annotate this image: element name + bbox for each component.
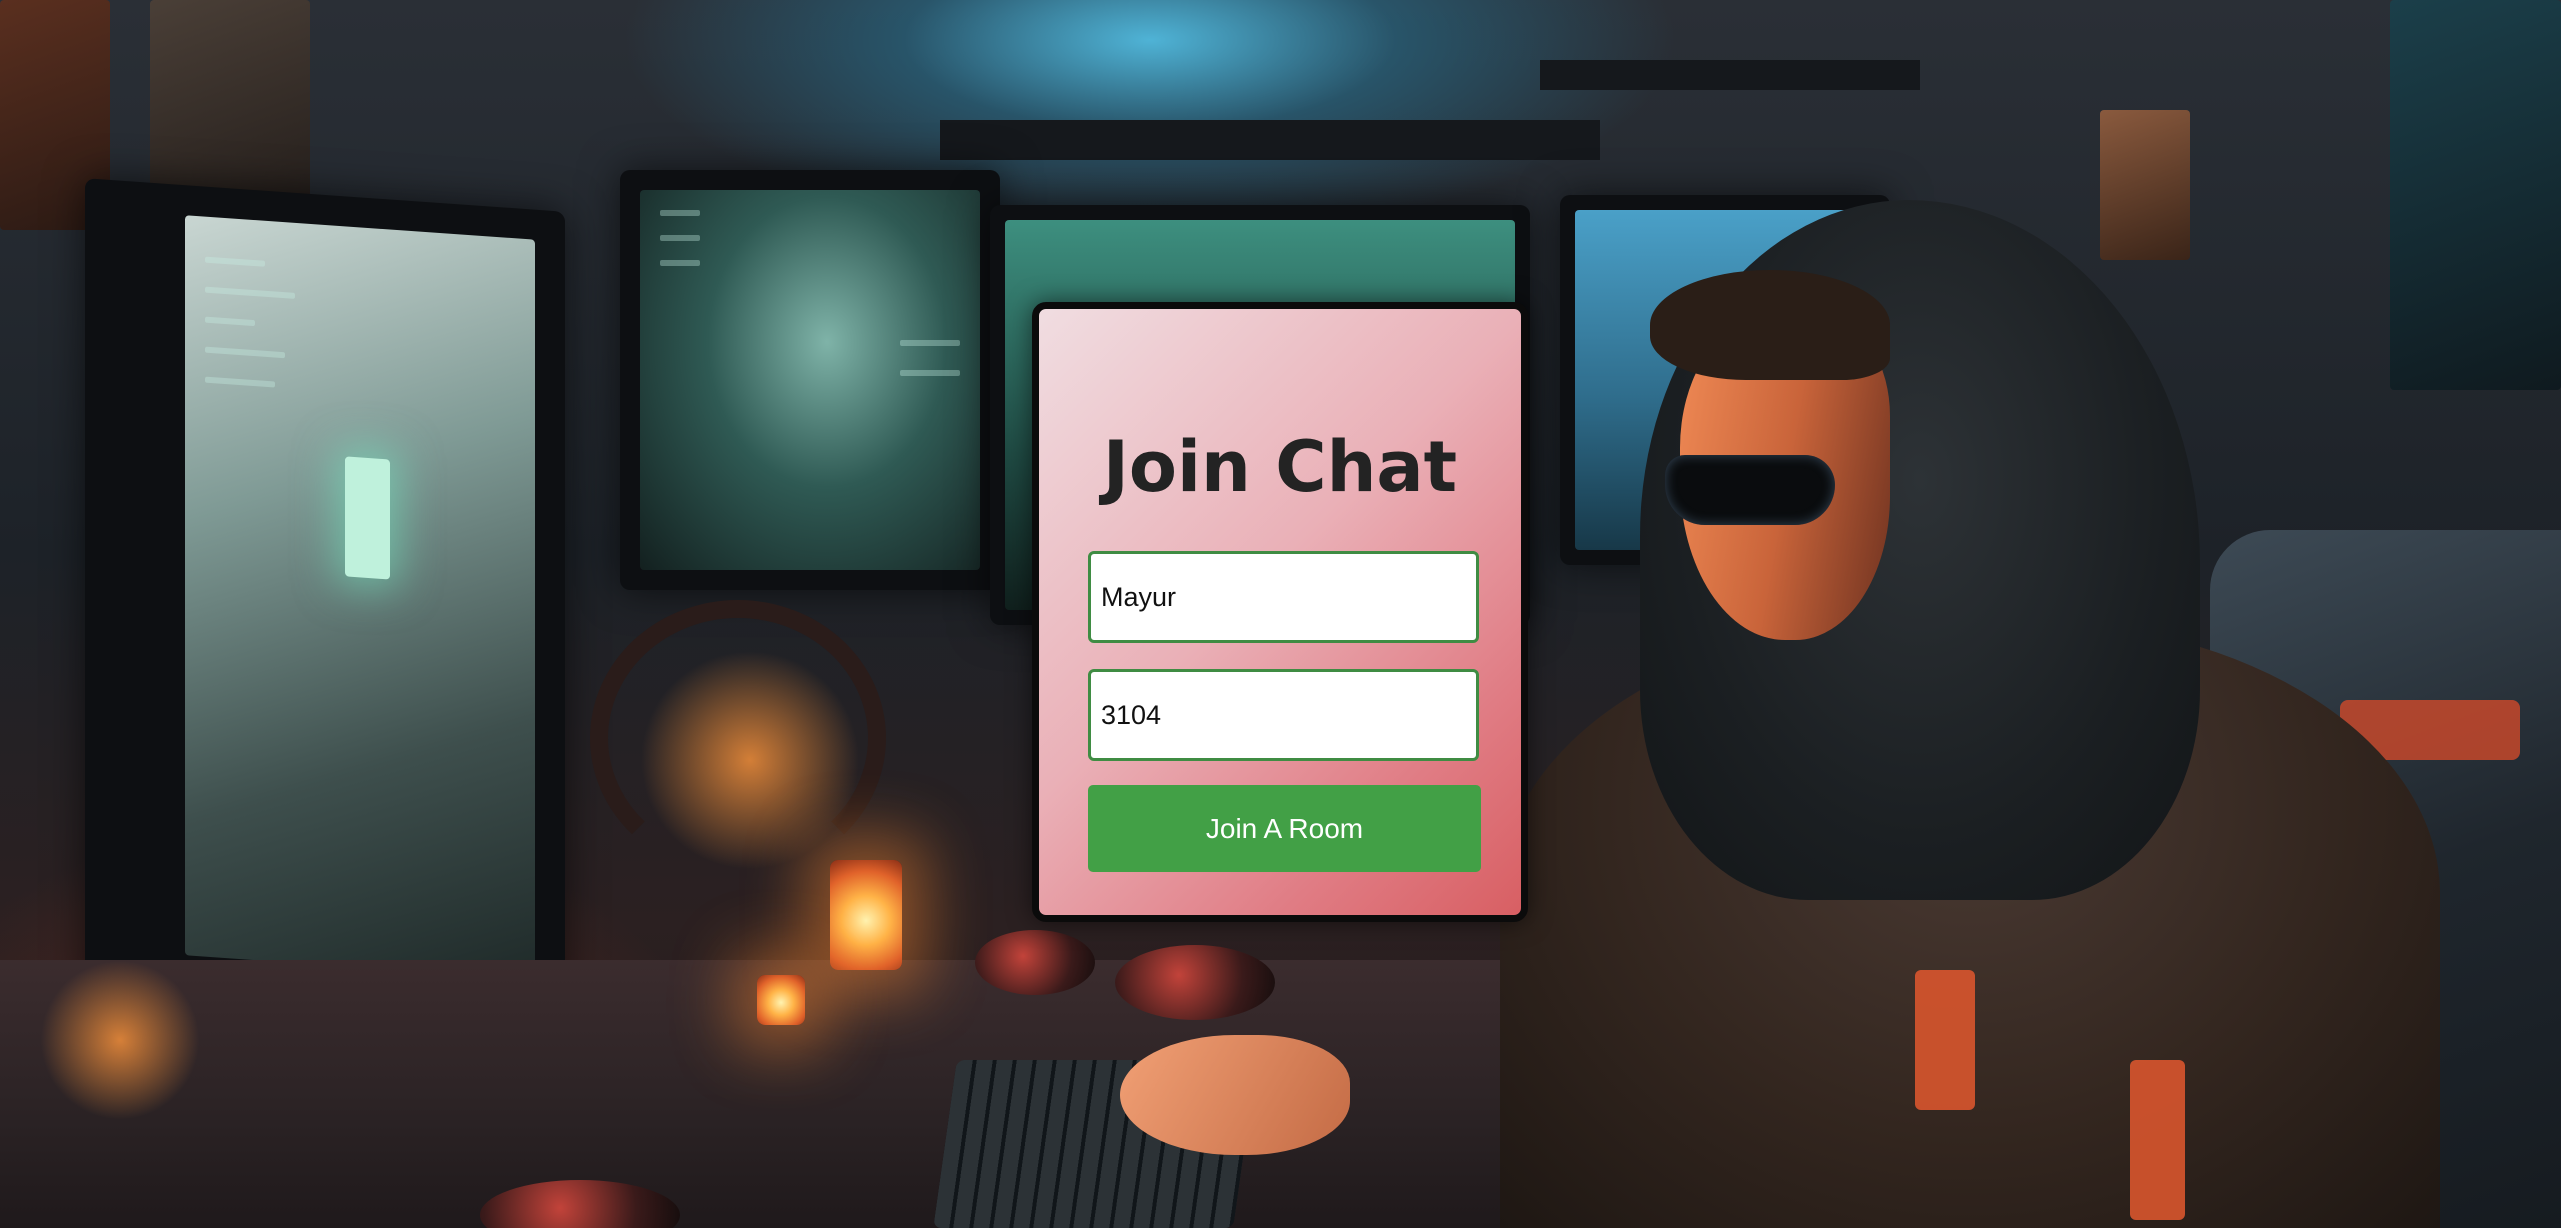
- lamp-glow: [40, 960, 200, 1120]
- join-chat-title: Join Chat: [1102, 426, 1458, 508]
- hoodie-print: [2130, 1060, 2185, 1220]
- join-room-button[interactable]: Join A Room: [1088, 785, 1481, 872]
- room-id-input[interactable]: [1088, 669, 1479, 761]
- candle: [757, 975, 805, 1025]
- app-page: Join Chat Join A Room: [0, 0, 2561, 1228]
- person-hair: [1650, 270, 1890, 380]
- candle: [830, 860, 902, 970]
- wall-shelf: [1540, 60, 1920, 90]
- name-input[interactable]: [1088, 551, 1479, 643]
- center-left-monitor-screen: [640, 190, 980, 570]
- left-monitor-screen: [185, 215, 535, 980]
- center-left-monitor: [620, 170, 1000, 590]
- wall-poster: [150, 0, 310, 210]
- person-hand: [1120, 1035, 1350, 1155]
- sunglasses: [1665, 455, 1835, 525]
- mouse: [1115, 945, 1275, 1020]
- wall-shelf: [940, 120, 1600, 160]
- wall-poster: [2390, 0, 2561, 390]
- left-monitor: [85, 178, 565, 1032]
- wall-poster: [2100, 110, 2190, 260]
- join-chat-card: Join Chat Join A Room: [1032, 302, 1528, 922]
- mouse: [975, 930, 1095, 995]
- hoodie-print: [1915, 970, 1975, 1110]
- lamp-glow: [640, 650, 860, 870]
